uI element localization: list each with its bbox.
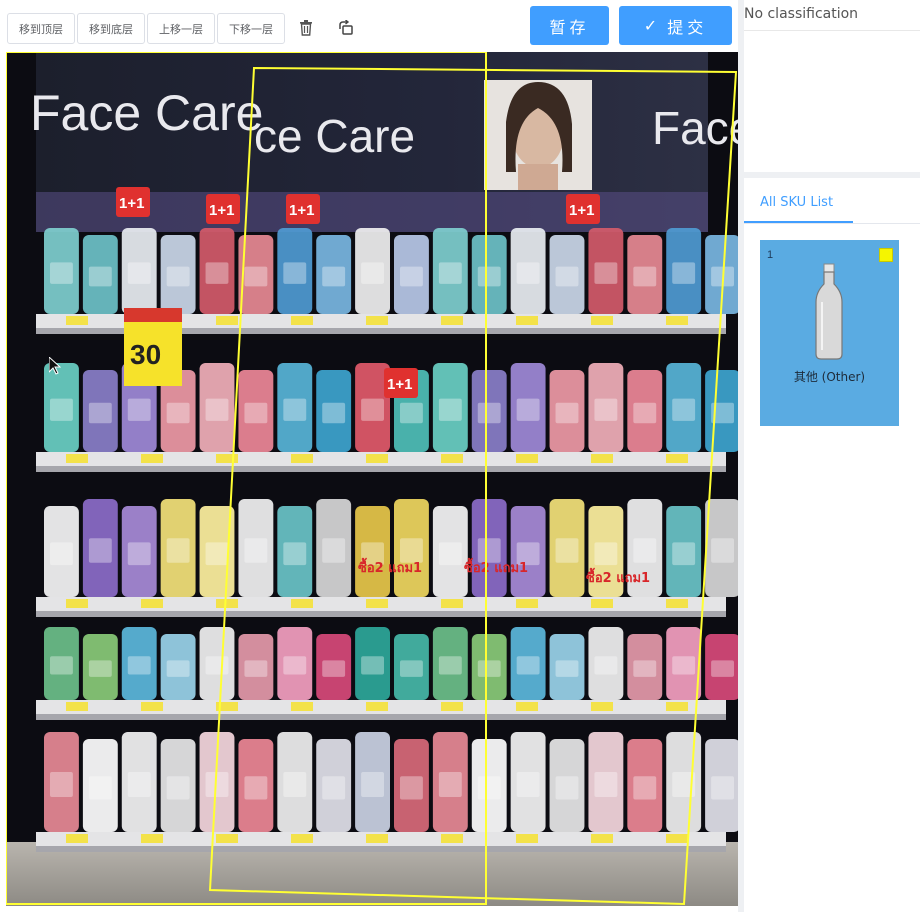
delete-button[interactable] <box>293 15 319 41</box>
image-canvas[interactable]: Face Care ce Care Face 30 1+1 1+1 1+1 1+1 1+… <box>6 52 738 906</box>
send-to-bottom-button[interactable]: 移到底层 <box>77 13 145 44</box>
classification-status: No classification <box>744 6 859 22</box>
bottle-icon <box>815 263 843 360</box>
face-care-sign-right: Face <box>652 102 738 154</box>
panel-separator <box>744 172 920 178</box>
sku-tabs: All SKU List <box>744 188 920 224</box>
shelf-photo[interactable]: Face Care ce Care Face 30 1+1 1+1 1+1 1+1 1+… <box>6 52 738 906</box>
submit-button[interactable]: ✓ 提交 <box>619 6 732 45</box>
promo-tag: 1+1 <box>387 376 412 393</box>
trash-icon <box>300 20 312 36</box>
tab-all-sku-list[interactable]: All SKU List <box>760 195 833 210</box>
promo-tag: 1+1 <box>569 202 594 219</box>
sku-index: 1 <box>767 249 774 261</box>
panel-divider <box>738 0 744 912</box>
sku-card-other[interactable]: 1 其他 (Other) <box>760 240 899 426</box>
check-icon: ✓ <box>643 16 658 35</box>
promo-tag: 1+1 <box>289 202 314 219</box>
annotation-app: 移到顶层 移到底层 上移一层 下移一层 暂存 ✓ 提交 Face Care ce… <box>0 0 920 912</box>
move-down-layer-button[interactable]: 下移一层 <box>217 13 285 44</box>
move-up-layer-button[interactable]: 上移一层 <box>147 13 215 44</box>
toolbar: 移到顶层 移到底层 上移一层 下移一层 暂存 ✓ 提交 <box>0 0 738 52</box>
promo-tag: 1+1 <box>209 202 234 219</box>
face-care-sign-middle: ce Care <box>254 110 415 162</box>
classification-divider <box>744 30 920 31</box>
promo-tag: 1+1 <box>119 195 144 212</box>
active-tab-indicator <box>744 221 853 223</box>
rotate-icon <box>339 20 353 35</box>
promo-price-tag: 30 <box>124 308 182 386</box>
model-poster <box>484 80 592 190</box>
rotate-button[interactable] <box>333 15 359 41</box>
save-draft-button[interactable]: 暂存 <box>530 6 609 45</box>
submit-label: 提交 <box>667 17 708 37</box>
face-care-sign-left: Face Care <box>30 85 263 141</box>
sku-color-swatch <box>879 248 893 262</box>
bring-to-top-button[interactable]: 移到顶层 <box>7 13 75 44</box>
promo-price: 30 <box>130 339 161 370</box>
mouse-cursor-icon <box>49 357 61 375</box>
sku-name: 其他 (Other) <box>793 370 866 384</box>
